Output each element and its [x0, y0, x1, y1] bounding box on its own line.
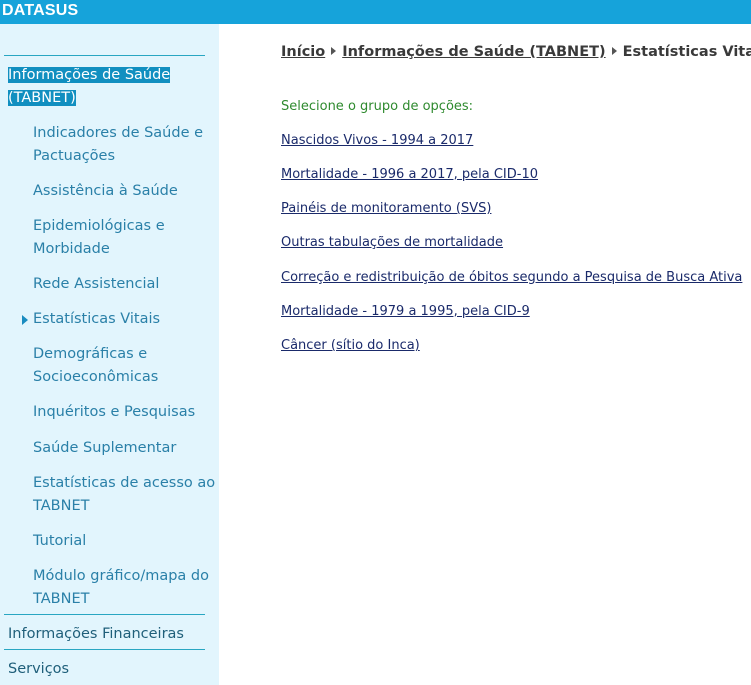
sidebar-divider [4, 649, 205, 650]
link-mortalidade-cid9[interactable]: Mortalidade - 1979 a 1995, pela CID-9 [281, 304, 530, 319]
sidebar-item-tutorial[interactable]: Tutorial [33, 530, 86, 553]
sidebar-item-label: Rede Assistencial [33, 276, 160, 292]
sidebar-item-label: TABNET [33, 591, 90, 607]
breadcrumb: Início Informações de Saúde (TABNET) Estat… [281, 44, 751, 60]
current-arrow-icon [22, 315, 28, 325]
breadcrumb-home-link[interactable]: Início [281, 44, 325, 60]
breadcrumb-separator-icon [611, 47, 617, 55]
link-nascidos-vivos[interactable]: Nascidos Vivos - 1994 a 2017 [281, 133, 473, 148]
sidebar-item-label: Epidemiológicas e [33, 218, 165, 234]
sidebar-item-indicadores[interactable]: Indicadores de Saúde e Pactuações [33, 122, 203, 168]
sidebar: Informações de Saúde (TABNET) Indicadore… [0, 24, 219, 685]
sidebar-item-label: Módulo gráfico/mapa do [33, 568, 209, 584]
sidebar-item-label: Estatísticas Vitais [33, 311, 161, 327]
sidebar-item-label: Indicadores de Saúde e [33, 125, 204, 141]
sidebar-item-label: Socioeconômicas [33, 369, 159, 385]
link-mortalidade-cid10[interactable]: Mortalidade - 1996 a 2017, pela CID-10 [281, 167, 538, 182]
sidebar-item-label: Informações Financeiras [8, 626, 184, 642]
sidebar-item-informacoes-financeiras[interactable]: Informações Financeiras [8, 623, 184, 646]
sidebar-item-label: Serviços [8, 661, 70, 677]
link-correcao-obitos[interactable]: Correção e redistribuição de óbitos segu… [281, 270, 742, 285]
link-outras-tabulacoes[interactable]: Outras tabulações de mortalidade [281, 235, 503, 250]
options-prompt: Selecione o grupo de opções: [281, 99, 474, 114]
breadcrumb-section-link[interactable]: Informações de Saúde (TABNET) [342, 44, 605, 60]
breadcrumb-current: Estatísticas Vitais [622, 44, 751, 60]
sidebar-item-label: Tutorial [33, 533, 87, 549]
sidebar-item-modulo-grafico[interactable]: Módulo gráfico/mapa do TABNET [33, 565, 209, 611]
sidebar-item-epidemiologicas[interactable]: Epidemiológicas e Morbidade [33, 215, 165, 261]
sidebar-item-saude-suplementar[interactable]: Saúde Suplementar [33, 437, 176, 460]
sidebar-item-servicos[interactable]: Serviços [8, 658, 69, 681]
sidebar-item-label: Pactuações [33, 148, 116, 164]
link-paineis-svs[interactable]: Painéis de monitoramento (SVS) [281, 201, 491, 216]
sidebar-item-estatisticas-vitais[interactable]: Estatísticas Vitais [33, 308, 160, 331]
sidebar-item-label: Inquéritos e Pesquisas [33, 404, 196, 420]
sidebar-item-rede-assistencial[interactable]: Rede Assistencial [33, 273, 159, 296]
sidebar-item-estatisticas-acesso[interactable]: Estatísticas de acesso ao TABNET [33, 472, 215, 518]
sidebar-item-inqueritos[interactable]: Inquéritos e Pesquisas [33, 401, 195, 424]
breadcrumb-separator-icon [331, 47, 337, 55]
sidebar-item-label: Informações de Saúde [8, 67, 171, 83]
sidebar-divider [4, 55, 205, 56]
sidebar-item-label: Estatísticas de acesso ao [33, 475, 216, 491]
sidebar-item-label: (TABNET) [8, 90, 76, 106]
sidebar-divider [4, 614, 205, 615]
sidebar-item-label: Morbidade [33, 241, 110, 257]
main-content: Início Informações de Saúde (TABNET) Estat… [220, 24, 751, 685]
datasus-logo[interactable]: DATASUS [2, 2, 78, 20]
sidebar-item-demograficas[interactable]: Demográficas e Socioeconômicas [33, 343, 158, 389]
sidebar-item-label: Demográficas e [33, 346, 148, 362]
sidebar-item-label: Assistência à Saúde [33, 183, 178, 199]
sidebar-item-assistencia[interactable]: Assistência à Saúde [33, 180, 178, 203]
sidebar-item-label: Saúde Suplementar [33, 440, 177, 456]
sidebar-item-label: TABNET [33, 498, 90, 514]
sidebar-item-informacoes-de-saude[interactable]: Informações de Saúde (TABNET) [8, 64, 171, 110]
link-cancer-inca[interactable]: Câncer (sítio do Inca) [281, 338, 420, 353]
top-bar: DATASUS [0, 0, 751, 24]
